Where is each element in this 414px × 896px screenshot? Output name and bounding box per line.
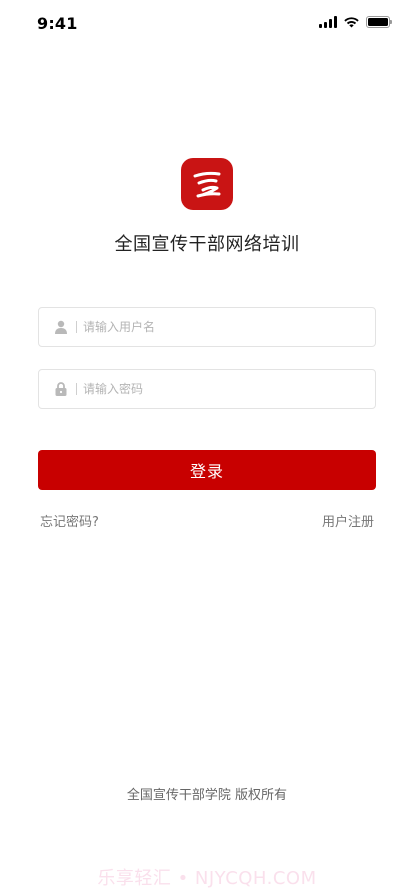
forgot-password-link[interactable]: 忘记密码?: [40, 511, 99, 530]
login-screen: 9:41 全国宣传干部网络培训 请输入用户名 登录 忘记密码? 用户注册 全国宣…: [0, 0, 414, 896]
field-divider: [76, 383, 77, 395]
status-bar: 9:41: [0, 0, 414, 44]
app-logo: [181, 158, 233, 210]
register-link[interactable]: 用户注册: [322, 511, 374, 530]
xuan-logo-icon: [193, 171, 221, 198]
status-time: 9:41: [37, 14, 78, 33]
field-divider: [76, 321, 77, 333]
status-icons: [319, 16, 392, 28]
cellular-signal-icon: [319, 16, 337, 28]
login-button[interactable]: 登录: [38, 450, 376, 490]
password-input[interactable]: [83, 374, 343, 404]
user-icon: [54, 319, 68, 335]
wifi-icon: [344, 17, 359, 28]
app-title: 全国宣传干部网络培训: [114, 234, 300, 255]
footer-copyright: 全国宣传干部学院 版权所有: [126, 788, 288, 803]
password-field[interactable]: [38, 369, 376, 409]
lock-icon: [54, 381, 68, 397]
battery-icon: [366, 16, 392, 28]
username-input[interactable]: [83, 312, 343, 342]
watermark: 乐享轻汇 • NJYCQH.COM: [97, 868, 317, 889]
username-field[interactable]: [38, 307, 376, 347]
